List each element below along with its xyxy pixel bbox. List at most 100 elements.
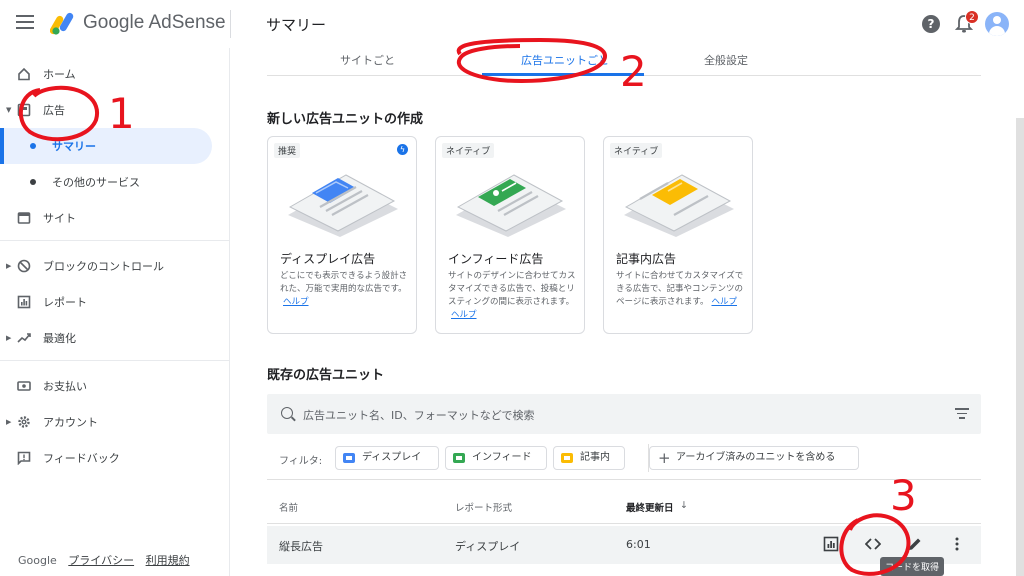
footer-brand: Google [18,554,57,567]
sidebar-footer: Google プライバシー 利用規約 [18,552,190,568]
infeed-format-icon [453,453,465,463]
top-app-bar: Google AdSense サマリー ? 2 [0,0,1024,48]
tab-by-site[interactable]: サイトごと [340,52,395,68]
column-header-name[interactable]: 名前 [279,500,298,514]
bullet-icon [30,179,36,185]
table-row[interactable]: 縦長広告 ディスプレイ 6:01 コードを取得 [267,526,981,576]
sidebar-item-reports[interactable]: レポート [0,284,229,320]
section-title-existing: 既存の広告ユニット [267,368,385,383]
active-tab-indicator [482,73,644,76]
report-icon [17,295,31,309]
more-vert-icon[interactable] [949,536,965,552]
in-article-format-icon [561,453,573,463]
gear-icon [18,416,30,428]
filter-list-icon[interactable] [955,408,969,420]
edit-pencil-icon[interactable] [907,536,923,552]
sidebar-item-feedback[interactable]: フィードバック [0,440,229,476]
terms-link[interactable]: 利用規約 [146,554,190,567]
card-tag: ネイティブ [442,143,495,158]
bolt-icon: ϟ [397,144,408,155]
tooltip: コードを取得 [880,557,945,576]
ads-icon [17,103,31,117]
site-icon [17,212,31,224]
sidebar-item-ads[interactable]: ▼ 広告 [0,92,229,128]
plus-icon: + [658,449,671,467]
section-title-create: 新しい広告ユニットの作成 [267,112,424,127]
header-divider [230,10,231,38]
help-link[interactable]: ヘルプ [283,297,309,307]
card-description-text: サイトのデザインに合わせてカスタマイズできる広告で、投稿とリスティングの間に表示… [448,271,576,307]
filter-chip-include-archived[interactable]: + アーカイブ済みのユニットを含める [649,446,859,470]
payment-icon [17,381,31,391]
get-code-icon[interactable] [865,536,881,552]
main-content: サイトごと 広告ユニットごと 全般設定 新しい広告ユニットの作成 推奨 ϟ ディ… [231,48,1024,576]
bullet-icon [30,143,36,149]
table-header: 名前 レポート形式 最終更新日 ↓ [267,488,981,524]
search-icon [281,407,293,419]
sidebar-item-block-controls[interactable]: ▶ ブロックのコントロール [0,248,229,284]
chip-label: インフィード [472,452,532,463]
sidebar-item-account[interactable]: ▶ アカウント [0,404,229,440]
block-icon [17,259,31,273]
card-infeed-ad[interactable]: ネイティブ インフィード広告 サイトのデザインに合わせてカスタマイズできる広告で… [435,136,585,334]
search-bar[interactable]: 広告ユニット名、ID、フォーマットなどで検索 [267,394,981,434]
sort-arrow-icon: ↓ [680,500,688,511]
help-icon[interactable]: ? [922,15,940,33]
card-description-text: どこにでも表示できるよう設計された、万能で実用的な広告です。 [280,271,408,294]
expand-caret-icon[interactable]: ▶ [6,418,11,426]
sidebar-item-label: その他のサービス [52,176,140,189]
card-description: サイトに合わせてカスタマイズできる広告で、記事やコンテンツのページに表示されます… [616,270,744,309]
help-link[interactable]: ヘルプ [451,310,477,320]
card-title: インフィード広告 [448,252,544,266]
sidebar-item-label: レポート [43,296,87,309]
sidebar-item-label: ホーム [43,68,76,81]
expand-caret-icon[interactable]: ▼ [6,106,11,114]
ad-unit-name[interactable]: 縦長広告 [279,538,323,554]
page-title: サマリー [266,16,327,34]
notification-badge: 2 [965,10,979,24]
sidebar-item-label: お支払い [43,380,87,393]
scrollbar[interactable] [1016,118,1024,576]
search-input[interactable]: 広告ユニット名、ID、フォーマットなどで検索 [303,407,535,423]
sidebar-item-label: サマリー [52,140,96,153]
filter-chip-in-article[interactable]: 記事内 [553,446,625,470]
ad-unit-format: ディスプレイ [455,540,521,553]
sidebar-item-home[interactable]: ホーム [0,56,229,92]
privacy-link[interactable]: プライバシー [68,554,134,567]
sidebar-item-label: 広告 [43,104,65,117]
ad-unit-updated: 6:01 [626,538,651,551]
hamburger-menu-icon[interactable] [16,15,34,33]
optimize-icon [17,333,31,343]
tab-general-settings[interactable]: 全般設定 [704,52,748,68]
card-display-ad[interactable]: 推奨 ϟ ディスプレイ広告 どこにでも表示できるよう設計された、万能で実用的な広… [267,136,417,334]
filter-chip-infeed[interactable]: インフィード [445,446,547,470]
filter-bar: フィルタ: ディスプレイ インフィード 記事内 + アーカイブ済みのユニットを含め… [267,434,981,480]
help-link[interactable]: ヘルプ [711,297,737,307]
sidebar-item-label: アカウント [43,416,98,429]
column-header-report-format[interactable]: レポート形式 [455,500,512,514]
chip-label: ディスプレイ [362,452,422,463]
sidebar-divider [0,360,229,361]
avatar[interactable] [985,12,1009,36]
sidebar-item-payments[interactable]: お支払い [0,368,229,404]
card-tag: 推奨 [274,143,301,158]
sidebar-item-label: フィードバック [43,452,120,465]
sidebar-item-optimization[interactable]: ▶ 最適化 [0,320,229,356]
filter-chip-display[interactable]: ディスプレイ [335,446,439,470]
card-description: サイトのデザインに合わせてカスタマイズできる広告で、投稿とリスティングの間に表示… [448,270,576,322]
sidebar-item-sites[interactable]: サイト [0,200,229,236]
feedback-icon [17,451,31,465]
tab-by-ad-unit[interactable]: 広告ユニットごと [521,52,609,68]
expand-caret-icon[interactable]: ▶ [6,334,11,342]
column-header-last-updated[interactable]: 最終更新日 [626,500,674,514]
chip-label: アーカイブ済みのユニットを含める [676,452,836,463]
sidebar-item-summary[interactable]: サマリー [0,128,212,164]
sidebar-divider [0,240,229,241]
display-format-icon [343,453,355,463]
card-in-article-ad[interactable]: ネイティブ 記事内広告 サイトに合わせてカスタマイズできる広告で、記事やコンテン… [603,136,753,334]
product-name: Google AdSense [83,12,226,33]
sidebar-item-label: サイト [43,212,76,225]
report-chart-icon[interactable] [823,536,839,552]
sidebar-item-other-services[interactable]: その他のサービス [0,164,229,200]
expand-caret-icon[interactable]: ▶ [6,262,11,270]
